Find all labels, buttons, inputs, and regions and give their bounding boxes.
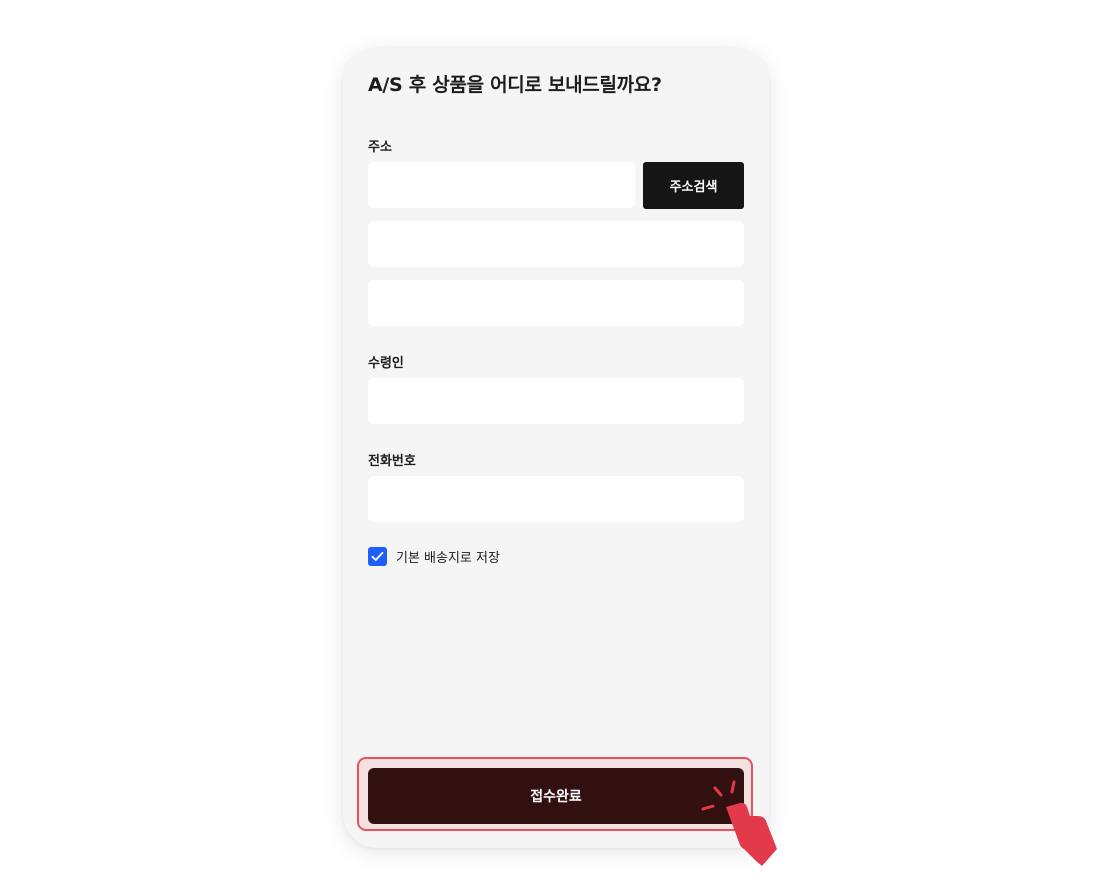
phone-input[interactable]	[368, 476, 744, 522]
save-default-label: 기본 배송지로 저장	[396, 550, 500, 566]
save-default-address-option[interactable]: 기본 배송지로 저장	[368, 546, 500, 566]
hand-pointer-icon	[701, 780, 777, 866]
page-title: A/S 후 상품을 어디로 보내드릴까요?	[368, 74, 662, 96]
phone-label: 전화번호	[368, 454, 416, 469]
recipient-input[interactable]	[368, 378, 744, 424]
save-default-checkbox[interactable]	[368, 546, 387, 566]
zipcode-input[interactable]	[368, 162, 635, 208]
address-search-button[interactable]: 주소검색	[643, 162, 744, 209]
phone-screen: A/S 후 상품을 어디로 보내드릴까요? 주소 주소검색 수령인 전화번호 기…	[343, 48, 769, 848]
check-icon	[371, 551, 384, 561]
address-line1-input[interactable]	[368, 221, 744, 267]
address-label: 주소	[368, 140, 392, 155]
address-line2-input[interactable]	[368, 280, 744, 326]
submit-button[interactable]: 접수완료	[368, 768, 744, 824]
recipient-label: 수령인	[368, 356, 404, 371]
